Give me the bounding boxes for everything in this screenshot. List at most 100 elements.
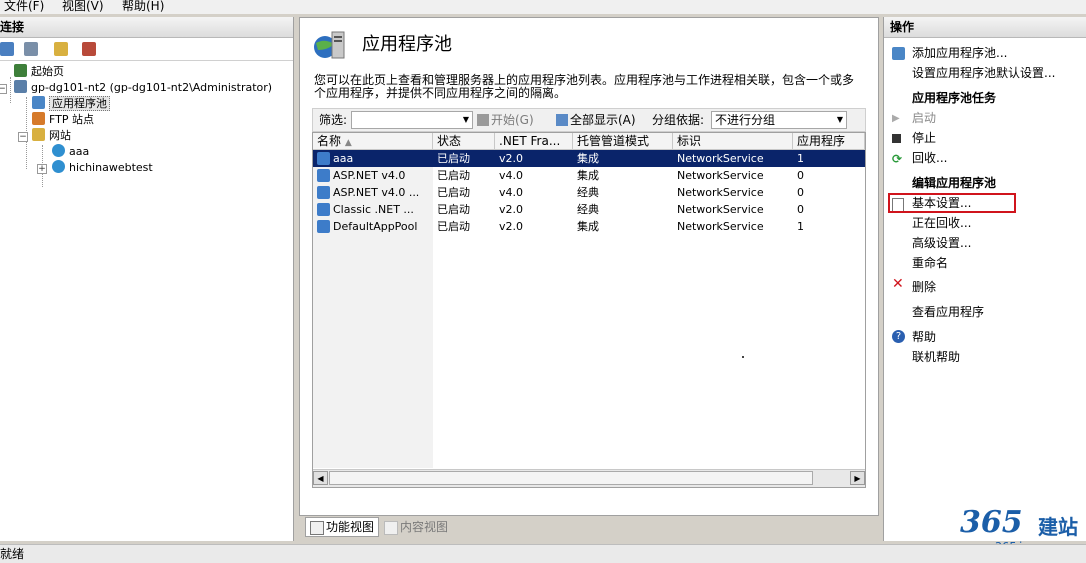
globe-icon (52, 144, 65, 157)
globe-icon (52, 160, 65, 173)
app-pool-icon (317, 203, 330, 216)
cell-status: 已启动 (437, 220, 470, 233)
cell-apps: 1 (797, 152, 804, 165)
tab-content-view[interactable]: 内容视图 (379, 517, 453, 537)
column-pipeline[interactable]: 托管管道模式 (573, 133, 673, 149)
sites-collapse-toggle[interactable]: − (18, 132, 28, 142)
tree-sites[interactable]: 网站 (32, 128, 71, 144)
tree-app-pools[interactable]: 应用程序池 (32, 96, 110, 112)
horizontal-scrollbar[interactable]: ◀ ▶ (313, 469, 865, 487)
scroll-right-icon[interactable]: ▶ (850, 471, 865, 485)
help-icon: ? (892, 330, 905, 343)
cell-identity: NetworkService (677, 186, 764, 199)
cell-net: v2.0 (499, 152, 524, 165)
content-view-icon (384, 521, 398, 535)
cell-identity: NetworkService (677, 220, 764, 233)
tree-site-hichina[interactable]: hichinawebtest (52, 160, 153, 176)
watermark-brand: 建站 (1038, 515, 1078, 539)
ftp-icon (32, 112, 45, 125)
help-link[interactable]: 帮助 (912, 328, 936, 346)
table-row[interactable]: ASP.NET v4.0 ... 已启动 v4.0 经典 NetworkService 0 (313, 184, 865, 201)
show-all-button[interactable]: 全部显示(A) (556, 112, 636, 128)
connections-toolbar (0, 38, 293, 61)
tree-start-page[interactable]: 起始页 (14, 64, 64, 80)
delete-icon: ✕ (892, 276, 904, 292)
scroll-left-icon[interactable]: ◀ (313, 471, 328, 485)
start-pool-link[interactable]: 启动 (912, 109, 936, 127)
column-apps[interactable]: 应用程序 (793, 133, 865, 149)
rename-link[interactable]: 重命名 (912, 254, 948, 272)
filter-input[interactable]: ▼ (351, 111, 473, 129)
cell-apps: 0 (797, 186, 804, 199)
cell-status: 已启动 (437, 152, 470, 165)
app-pool-icon (317, 169, 330, 182)
add-app-pool-link[interactable]: 添加应用程序池... (912, 44, 1007, 62)
app-pool-icon (317, 152, 330, 165)
cell-net: v2.0 (499, 203, 524, 216)
scroll-thumb[interactable] (329, 471, 813, 485)
menu-view[interactable]: 视图(V) (62, 0, 104, 13)
cell-net: v2.0 (499, 220, 524, 233)
cell-name: ASP.NET v4.0 (333, 169, 406, 182)
delete-link[interactable]: 删除 (912, 278, 936, 296)
connect-icon[interactable] (0, 42, 14, 56)
column-name[interactable]: 名称 ▲ (313, 133, 433, 149)
cell-pipeline: 经典 (577, 203, 599, 216)
tab-features-view[interactable]: 功能视图 (305, 517, 380, 537)
start-icon: ▶ (892, 113, 900, 124)
group-by-select[interactable]: 不进行分组 ▼ (711, 111, 847, 129)
column-identity[interactable]: 标识 (673, 133, 793, 149)
recycling-link[interactable]: 正在回收... (912, 214, 971, 232)
cell-identity: NetworkService (677, 169, 764, 182)
set-pool-defaults-link[interactable]: 设置应用程序池默认设置... (912, 64, 1055, 82)
tree-ftp-sites[interactable]: FTP 站点 (32, 112, 94, 128)
grid-header: 名称 ▲ 状态 .NET Fra... 托管管道模式 标识 应用程序 (313, 133, 865, 150)
connections-pane: 连接 起始页 − gp-dg101-nt2 (gp-dg101-nt2\Admi… (0, 17, 294, 541)
save-icon[interactable] (24, 42, 38, 56)
menu-file[interactable]: 文件(F) (4, 0, 44, 13)
online-help-link[interactable]: 联机帮助 (912, 348, 960, 366)
recycle-pool-link[interactable]: 回收... (912, 149, 947, 167)
menu-help[interactable]: 帮助(H) (122, 0, 164, 13)
app-pool-icon (32, 96, 45, 109)
status-bar: 就绪 (0, 544, 1086, 563)
pool-tasks-heading: 应用程序池任务 (912, 91, 997, 105)
tree-server[interactable]: gp-dg101-nt2 (gp-dg101-nt2\Administrator… (14, 80, 272, 96)
app-pool-icon (317, 186, 330, 199)
site-expand-toggle[interactable]: + (37, 164, 47, 174)
show-all-icon (556, 114, 568, 126)
table-row[interactable]: aaa 已启动 v2.0 集成 NetworkService 1 (313, 150, 865, 167)
cell-name: aaa (333, 152, 354, 165)
highlight-box (888, 193, 1016, 213)
group-by-label: 分组依据: (652, 113, 705, 127)
disconnect-icon[interactable] (82, 42, 96, 56)
table-row[interactable]: ASP.NET v4.0 已启动 v4.0 集成 NetworkService 0 (313, 167, 865, 184)
cell-name: ASP.NET v4.0 ... (333, 186, 420, 199)
page-description: 您可以在此页上查看和管理服务器上的应用程序池列表。应用程序池与工作进程相关联，包… (314, 73, 855, 100)
add-pool-icon (892, 47, 905, 60)
actions-title: 操作 (884, 17, 1086, 38)
connections-title: 连接 (0, 17, 293, 38)
app-pool-page-icon (314, 31, 345, 59)
cell-name: DefaultAppPool (333, 220, 418, 233)
table-row[interactable]: Classic .NET ... 已启动 v2.0 经典 NetworkService 0 (313, 201, 865, 218)
advanced-settings-link[interactable]: 高级设置... (912, 234, 971, 252)
menu-bar: 文件(F) 视图(V) 帮助(H) (0, 0, 1086, 14)
column-net[interactable]: .NET Fra... (495, 133, 573, 149)
filter-label: 筛选: (319, 113, 348, 127)
actions-pane: 操作 添加应用程序池... 设置应用程序池默认设置... 应用程序池任务 ▶ 启… (883, 17, 1086, 541)
start-filter-button[interactable]: 开始(G) (477, 112, 534, 128)
stop-pool-link[interactable]: 停止 (912, 129, 936, 147)
cell-apps: 0 (797, 169, 804, 182)
up-folder-icon[interactable] (54, 42, 68, 56)
view-applications-link[interactable]: 查看应用程序 (912, 303, 984, 321)
cell-name: Classic .NET ... (333, 203, 414, 216)
server-collapse-toggle[interactable]: − (0, 84, 7, 94)
cell-net: v4.0 (499, 186, 524, 199)
main-pane: 应用程序池 您可以在此页上查看和管理服务器上的应用程序池列表。应用程序池与工作进… (299, 17, 879, 516)
column-status[interactable]: 状态 (433, 133, 495, 149)
cell-pipeline: 集成 (577, 169, 599, 182)
tree-site-aaa[interactable]: aaa (52, 144, 89, 160)
watermark-number: 365 (960, 505, 1023, 540)
table-row[interactable]: DefaultAppPool 已启动 v2.0 集成 NetworkService 1 (313, 218, 865, 235)
